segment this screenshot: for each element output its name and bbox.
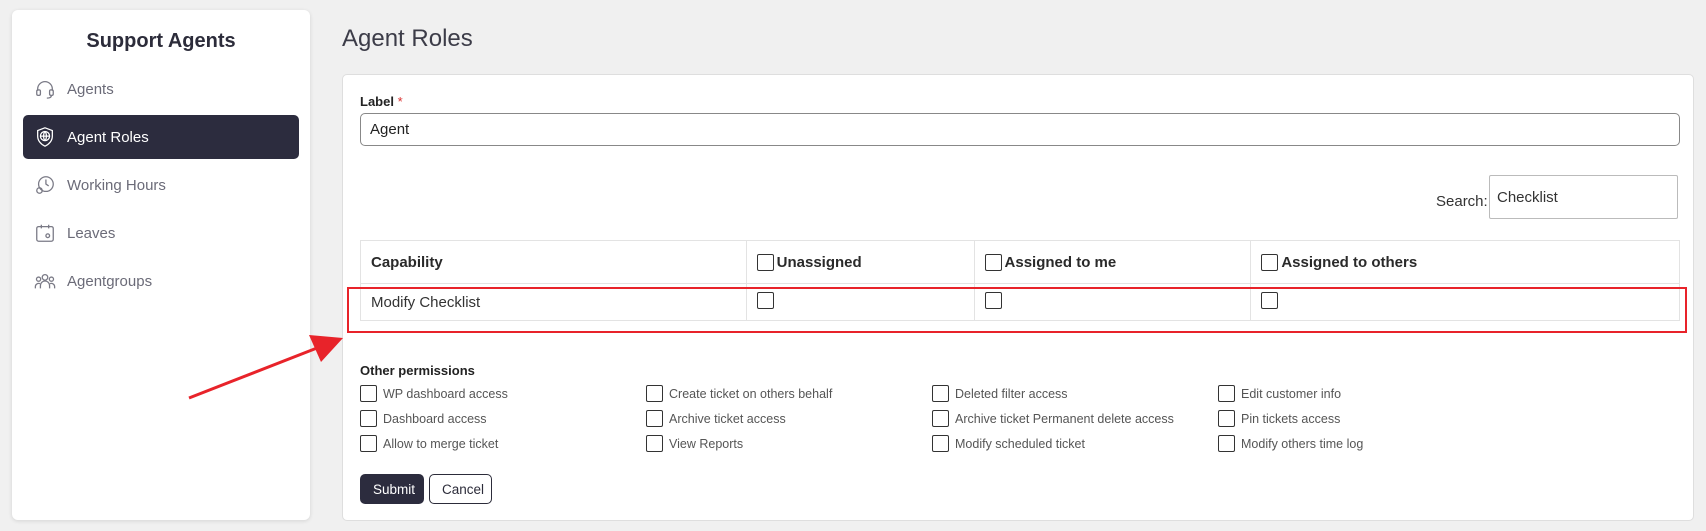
permission-label: WP dashboard access bbox=[383, 386, 508, 401]
permission-label: Modify others time log bbox=[1241, 436, 1364, 451]
sidebar-item-label: Agents bbox=[67, 80, 114, 98]
permission-item[interactable]: Dashboard access bbox=[360, 406, 646, 431]
sidebar-item-label: Leaves bbox=[67, 224, 116, 242]
permission-label: Pin tickets access bbox=[1241, 411, 1341, 426]
header-assigned-to-me: Assigned to me bbox=[973, 240, 1252, 284]
clock-icon bbox=[33, 173, 57, 197]
permission-item[interactable]: View Reports bbox=[646, 431, 932, 456]
cancel-button[interactable]: Cancel bbox=[429, 474, 492, 504]
sidebar-item-working-hours[interactable]: Working Hours bbox=[23, 163, 299, 207]
permission-label: Deleted filter access bbox=[955, 386, 1068, 401]
headset-icon bbox=[33, 77, 57, 101]
select-all-unassigned-checkbox[interactable] bbox=[756, 253, 774, 271]
permission-item[interactable]: Edit customer info bbox=[1218, 381, 1504, 406]
sidebar-nav: Agents Agent Roles Working Hours Leaves … bbox=[12, 67, 310, 303]
permission-item[interactable]: Deleted filter access bbox=[932, 381, 1218, 406]
agent-role-form: Label * Search: Capability Unassigned As… bbox=[342, 74, 1694, 521]
other-permissions-title: Other permissions bbox=[360, 363, 475, 378]
assigned-to-others-cell bbox=[1250, 283, 1680, 321]
permission-checkbox[interactable] bbox=[1218, 410, 1235, 427]
other-permissions-grid: WP dashboard access Create ticket on oth… bbox=[360, 381, 1500, 456]
header-assigned-to-me-label: Assigned to me bbox=[1004, 253, 1117, 271]
capability-cell: Modify Checklist bbox=[360, 283, 747, 321]
permission-label: Modify scheduled ticket bbox=[955, 436, 1085, 451]
sidebar-item-label: Agent Roles bbox=[67, 128, 149, 146]
group-icon bbox=[33, 269, 57, 293]
permission-item[interactable]: Archive ticket access bbox=[646, 406, 932, 431]
sidebar-title: Support Agents bbox=[86, 30, 236, 52]
permission-checkbox[interactable] bbox=[360, 410, 377, 427]
unassigned-cell bbox=[745, 283, 975, 321]
assigned-to-me-checkbox[interactable] bbox=[984, 291, 1002, 309]
permission-item[interactable]: Allow to merge ticket bbox=[360, 431, 646, 456]
permission-checkbox[interactable] bbox=[1218, 435, 1235, 452]
header-unassigned: Unassigned bbox=[745, 240, 975, 284]
sidebar: Support Agents Agents Agent Roles Workin… bbox=[12, 10, 310, 520]
search-input[interactable] bbox=[1489, 175, 1678, 219]
required-mark: * bbox=[397, 94, 403, 109]
permission-checkbox[interactable] bbox=[1218, 385, 1235, 402]
label-field-label: Label * bbox=[360, 94, 403, 109]
permission-item[interactable]: WP dashboard access bbox=[360, 381, 646, 406]
sidebar-item-agent-roles[interactable]: Agent Roles bbox=[23, 115, 299, 159]
search-label: Search: bbox=[1436, 193, 1488, 210]
label-input[interactable] bbox=[360, 113, 1680, 146]
header-assigned-to-others-label: Assigned to others bbox=[1281, 253, 1418, 271]
unassigned-checkbox[interactable] bbox=[756, 291, 774, 309]
capabilities-table: Capability Unassigned Assigned to me Ass… bbox=[360, 240, 1680, 321]
select-all-assigned-to-others-checkbox[interactable] bbox=[1261, 253, 1279, 271]
permission-label: View Reports bbox=[669, 436, 744, 451]
permission-item[interactable]: Pin tickets access bbox=[1218, 406, 1504, 431]
permission-item[interactable]: Modify scheduled ticket bbox=[932, 431, 1218, 456]
sidebar-item-agentgroups[interactable]: Agentgroups bbox=[23, 259, 299, 303]
header-capability-label: Capability bbox=[371, 253, 443, 271]
permission-checkbox[interactable] bbox=[360, 385, 377, 402]
sidebar-item-label: Agentgroups bbox=[67, 272, 153, 290]
sidebar-item-label: Working Hours bbox=[67, 176, 166, 194]
permission-checkbox[interactable] bbox=[932, 435, 949, 452]
permission-label: Edit customer info bbox=[1241, 386, 1342, 401]
permission-item[interactable]: Create ticket on others behalf bbox=[646, 381, 932, 406]
permission-label: Create ticket on others behalf bbox=[669, 386, 833, 401]
header-assigned-to-others: Assigned to others bbox=[1250, 240, 1680, 284]
header-unassigned-label: Unassigned bbox=[776, 253, 862, 271]
shield-globe-icon bbox=[33, 125, 57, 149]
permission-checkbox[interactable] bbox=[646, 385, 663, 402]
annotation-arrow-icon bbox=[188, 335, 343, 400]
table-header-row: Capability Unassigned Assigned to me Ass… bbox=[360, 240, 1680, 284]
permission-item[interactable]: Modify others time log bbox=[1218, 431, 1504, 456]
sidebar-item-agents[interactable]: Agents bbox=[23, 67, 299, 111]
permission-checkbox[interactable] bbox=[646, 435, 663, 452]
permission-item[interactable]: Archive ticket Permanent delete access bbox=[932, 406, 1218, 431]
assigned-to-me-cell bbox=[973, 283, 1252, 321]
header-capability: Capability bbox=[360, 240, 747, 284]
table-row: Modify Checklist bbox=[360, 283, 1680, 321]
sidebar-item-leaves[interactable]: Leaves bbox=[23, 211, 299, 255]
page-title: Agent Roles bbox=[342, 25, 473, 52]
permission-label: Archive ticket access bbox=[669, 411, 786, 426]
permission-checkbox[interactable] bbox=[932, 385, 949, 402]
label-field-title: Label bbox=[360, 94, 394, 109]
permission-checkbox[interactable] bbox=[932, 410, 949, 427]
calendar-icon bbox=[33, 221, 57, 245]
submit-button[interactable]: Submit bbox=[360, 474, 424, 504]
permission-checkbox[interactable] bbox=[646, 410, 663, 427]
permission-label: Archive ticket Permanent delete access bbox=[955, 411, 1174, 426]
assigned-to-others-checkbox[interactable] bbox=[1261, 291, 1279, 309]
permission-checkbox[interactable] bbox=[360, 435, 377, 452]
select-all-assigned-to-me-checkbox[interactable] bbox=[984, 253, 1002, 271]
permission-label: Allow to merge ticket bbox=[383, 436, 499, 451]
permission-label: Dashboard access bbox=[383, 411, 487, 426]
